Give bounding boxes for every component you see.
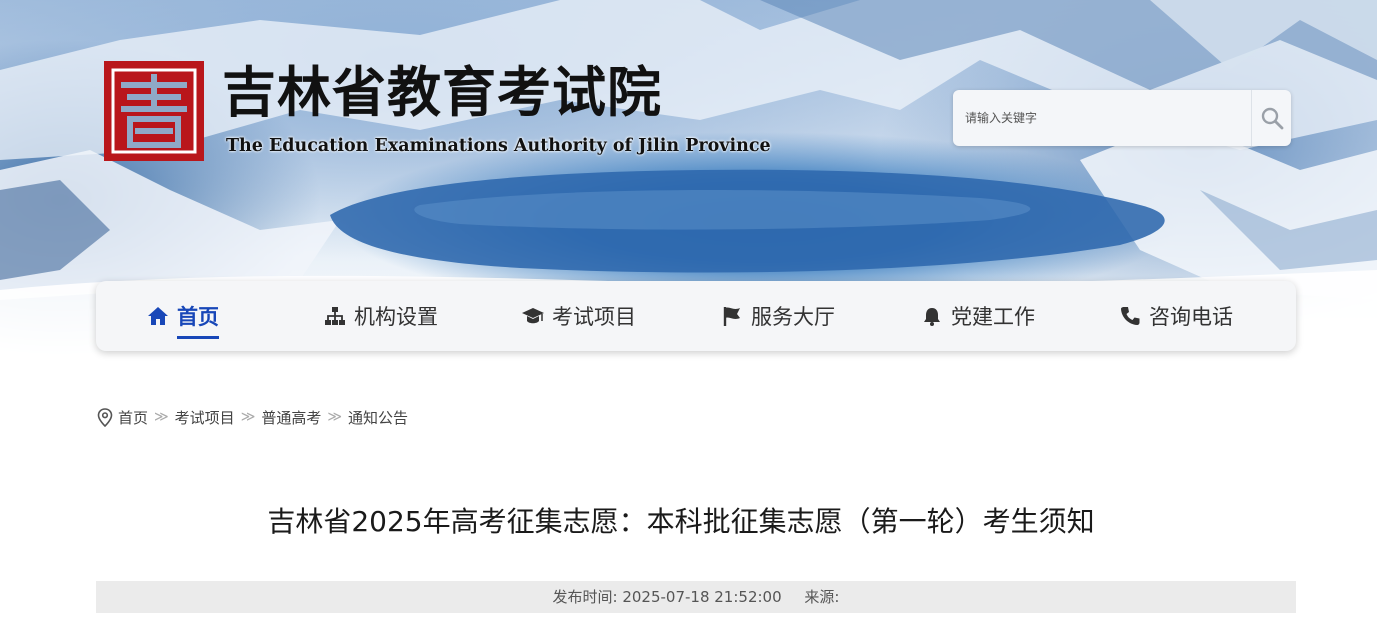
site-title: 吉林省教育考试院: [222, 60, 662, 124]
article-title: 吉林省2025年高考征集志愿：本科批征集志愿（第一轮）考生须知: [267, 505, 1095, 538]
nav-label: 服务大厅: [751, 305, 835, 329]
breadcrumb: 首页 ≫ 考试项目 ≫ 普通高考 ≫ 通知公告: [97, 405, 408, 429]
breadcrumb-item-exams[interactable]: 考试项目: [175, 407, 235, 428]
graduation-cap-icon: [522, 308, 544, 324]
search-box: [953, 90, 1291, 146]
search-button[interactable]: [1252, 90, 1291, 146]
logo-emblem-icon: [111, 68, 197, 154]
logo[interactable]: [104, 61, 204, 161]
nav-item-hotline[interactable]: 咨询电话: [1119, 281, 1233, 351]
search-icon: [1261, 107, 1284, 130]
chevron-double-right-icon: ≫: [240, 409, 256, 425]
chevron-double-right-icon: ≫: [154, 409, 169, 425]
nav-item-exams[interactable]: 考试项目: [522, 281, 636, 351]
org-chart-icon: [325, 307, 345, 325]
site-subtitle: The Education Examinations Authority of …: [226, 136, 771, 156]
nav-item-home[interactable]: 首页: [147, 281, 219, 351]
publish-time: 发布时间: 2025-07-18 21:52:00: [552, 588, 782, 606]
main-nav: 首页 机构设置 考试项目 服务大厅 党建工作 咨询电话: [96, 281, 1296, 351]
nav-item-organization[interactable]: 机构设置: [324, 281, 438, 351]
article-source: 来源:: [804, 588, 840, 606]
article-meta: 发布时间: 2025-07-18 21:52:00 来源:: [96, 581, 1296, 613]
phone-icon: [1121, 307, 1140, 325]
search-input[interactable]: [953, 90, 1251, 146]
nav-label: 考试项目: [552, 305, 636, 329]
chevron-double-right-icon: ≫: [327, 409, 343, 425]
location-pin-icon: [97, 407, 113, 427]
breadcrumb-item-notices[interactable]: 通知公告: [348, 407, 408, 428]
home-icon: [148, 307, 168, 325]
bell-icon: [924, 308, 940, 326]
breadcrumb-item-home[interactable]: 首页: [118, 407, 148, 428]
nav-label: 首页: [177, 301, 219, 339]
breadcrumb-item-gaokao[interactable]: 普通高考: [261, 407, 321, 428]
nav-label: 咨询电话: [1149, 305, 1233, 329]
nav-label: 党建工作: [951, 305, 1035, 329]
flag-icon: [723, 307, 740, 326]
nav-item-service-hall[interactable]: 服务大厅: [721, 281, 835, 351]
nav-item-party-building[interactable]: 党建工作: [921, 281, 1035, 351]
nav-label: 机构设置: [354, 305, 438, 329]
